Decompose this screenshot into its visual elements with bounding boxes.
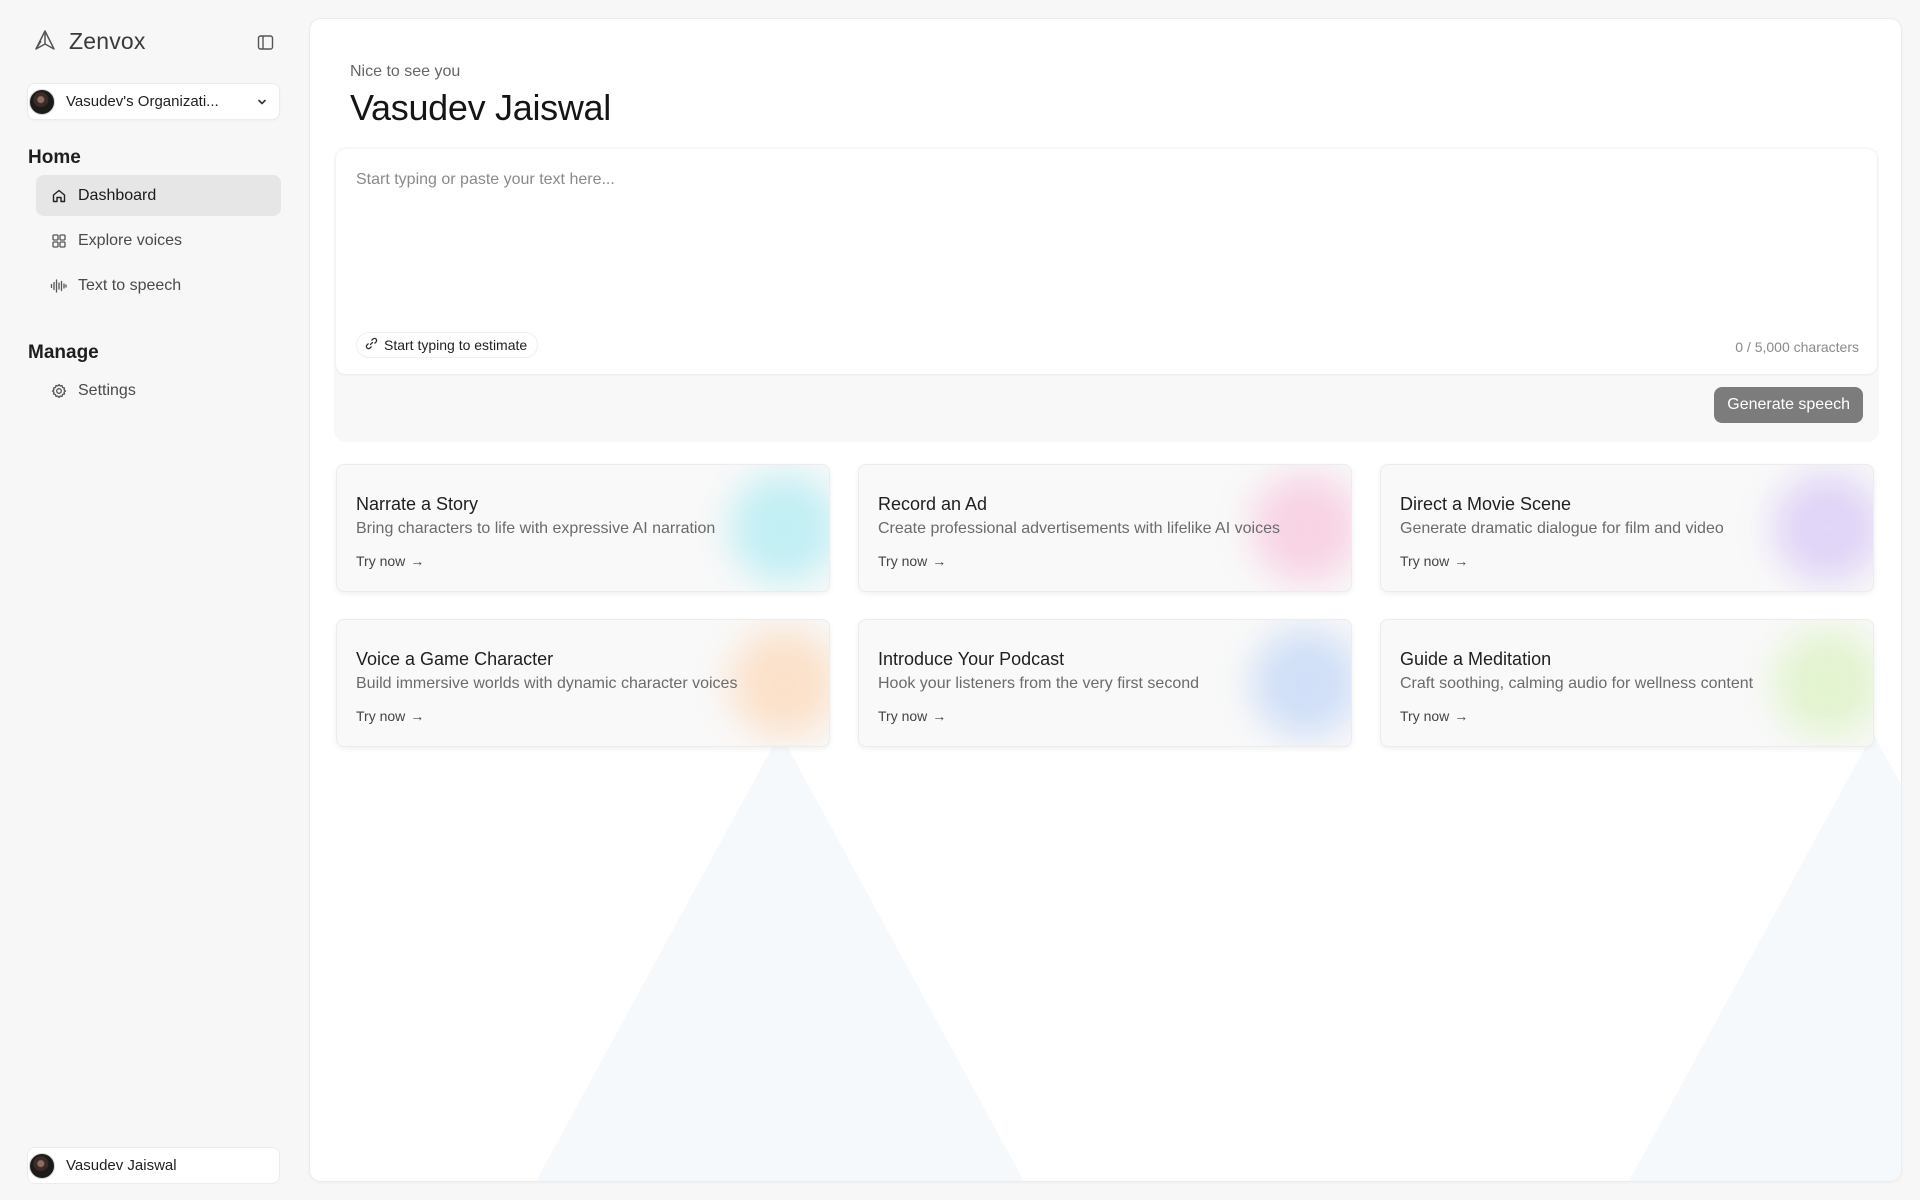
card-title: Introduce Your Podcast xyxy=(878,649,1065,669)
arrow-right-icon: → xyxy=(932,553,947,569)
try-now-link[interactable]: Try now → xyxy=(356,553,424,569)
arrow-right-icon: → xyxy=(932,708,947,724)
try-now-link[interactable]: Try now → xyxy=(878,708,946,724)
section-title-home: Home xyxy=(28,147,81,168)
org-name: Vasudev's Organizati... xyxy=(66,93,219,110)
sidebar-item-label: Explore voices xyxy=(78,231,183,249)
sidebar-item-dashboard[interactable]: Dashboard xyxy=(36,175,281,216)
grid-icon xyxy=(50,232,67,249)
link-icon xyxy=(365,337,378,353)
greeting-subtitle: Nice to see you xyxy=(350,63,461,80)
avatar xyxy=(29,1152,55,1179)
card-description: Craft soothing, calming audio for wellne… xyxy=(1400,675,1754,692)
card-description: Create professional advertisements with … xyxy=(878,520,1280,537)
sidebar-item-label: Settings xyxy=(78,381,136,399)
card-description: Bring characters to life with expressive… xyxy=(356,520,716,537)
sidebar-item-label: Text to speech xyxy=(78,276,182,294)
sidebar-item-explore-voices[interactable]: Explore voices xyxy=(36,220,281,261)
gear-icon xyxy=(50,382,67,399)
card-title: Direct a Movie Scene xyxy=(1400,494,1572,514)
card-accent-glow xyxy=(1251,628,1351,738)
org-selector[interactable]: Vasudev's Organizati... xyxy=(27,83,280,120)
card-accent-glow xyxy=(1773,628,1873,738)
try-now-label: Try now xyxy=(878,553,928,569)
card-podcast-intro[interactable]: Introduce Your Podcast Hook your listene… xyxy=(858,619,1352,747)
try-now-link[interactable]: Try now → xyxy=(1400,553,1468,569)
card-record-ad[interactable]: Record an Ad Create professional adverti… xyxy=(858,464,1352,592)
card-title: Record an Ad xyxy=(878,494,988,514)
generate-speech-button[interactable]: Generate speech xyxy=(1714,387,1863,423)
try-now-label: Try now xyxy=(878,708,928,724)
card-description: Hook your listeners from the very first … xyxy=(878,675,1200,692)
sidebar-item-text-to-speech[interactable]: Text to speech xyxy=(36,265,281,306)
tts-composer: Start typing or paste your text here... … xyxy=(334,147,1879,442)
section-title-manage: Manage xyxy=(28,342,99,363)
sidebar-item-settings[interactable]: Settings xyxy=(36,370,281,411)
card-title: Voice a Game Character xyxy=(356,649,554,669)
character-count: 0 / 5,000 characters xyxy=(1735,339,1859,355)
try-now-link[interactable]: Try now → xyxy=(356,708,424,724)
try-now-label: Try now xyxy=(356,553,406,569)
try-now-link[interactable]: Try now → xyxy=(1400,708,1468,724)
org-avatar xyxy=(29,88,55,115)
waveform-icon xyxy=(50,277,67,294)
text-input-placeholder: Start typing or paste your text here... xyxy=(356,171,615,188)
card-title: Guide a Meditation xyxy=(1400,649,1552,669)
estimate-label: Start typing to estimate xyxy=(384,337,528,353)
card-narrate-story[interactable]: Narrate a Story Bring characters to life… xyxy=(336,464,830,592)
card-accent-glow xyxy=(729,473,829,583)
arrow-right-icon: → xyxy=(1454,708,1469,724)
try-now-label: Try now xyxy=(1400,708,1450,724)
user-name: Vasudev Jaiswal xyxy=(66,1157,177,1174)
card-title: Narrate a Story xyxy=(356,494,479,514)
try-now-label: Try now xyxy=(1400,553,1450,569)
background-decoration xyxy=(1628,733,1901,1181)
app-name: Zenvox xyxy=(69,27,146,54)
card-game-character[interactable]: Voice a Game Character Build immersive w… xyxy=(336,619,830,747)
chevron-down-icon xyxy=(255,95,269,109)
home-icon xyxy=(50,187,67,204)
arrow-right-icon: → xyxy=(1454,553,1469,569)
arrow-right-icon: → xyxy=(410,553,425,569)
card-description: Build immersive worlds with dynamic char… xyxy=(356,675,738,692)
card-guided-meditation[interactable]: Guide a Meditation Craft soothing, calmi… xyxy=(1380,619,1874,747)
sidebar-item-label: Dashboard xyxy=(78,186,157,204)
arrow-right-icon: → xyxy=(410,708,425,724)
user-menu[interactable]: Vasudev Jaiswal xyxy=(27,1147,280,1184)
sidebar-toggle-icon[interactable] xyxy=(254,31,276,53)
main-panel: Nice to see you Vasudev Jaiswal Start ty… xyxy=(309,18,1902,1182)
try-now-label: Try now xyxy=(356,708,406,724)
card-description: Generate dramatic dialogue for film and … xyxy=(1400,520,1724,537)
estimate-chip[interactable]: Start typing to estimate xyxy=(356,332,539,358)
sidebar: Zenvox Vasudev's Organizati... Home Dash… xyxy=(0,0,300,1200)
page-title: Vasudev Jaiswal xyxy=(350,87,611,128)
card-accent-glow xyxy=(1773,473,1873,583)
background-decoration xyxy=(535,733,1025,1181)
zenvox-logo-icon xyxy=(31,27,59,55)
card-movie-scene[interactable]: Direct a Movie Scene Generate dramatic d… xyxy=(1380,464,1874,592)
brand[interactable]: Zenvox xyxy=(31,27,146,55)
card-accent-glow xyxy=(729,628,829,738)
text-input[interactable]: Start typing or paste your text here... … xyxy=(336,149,1877,374)
try-now-link[interactable]: Try now → xyxy=(878,553,946,569)
